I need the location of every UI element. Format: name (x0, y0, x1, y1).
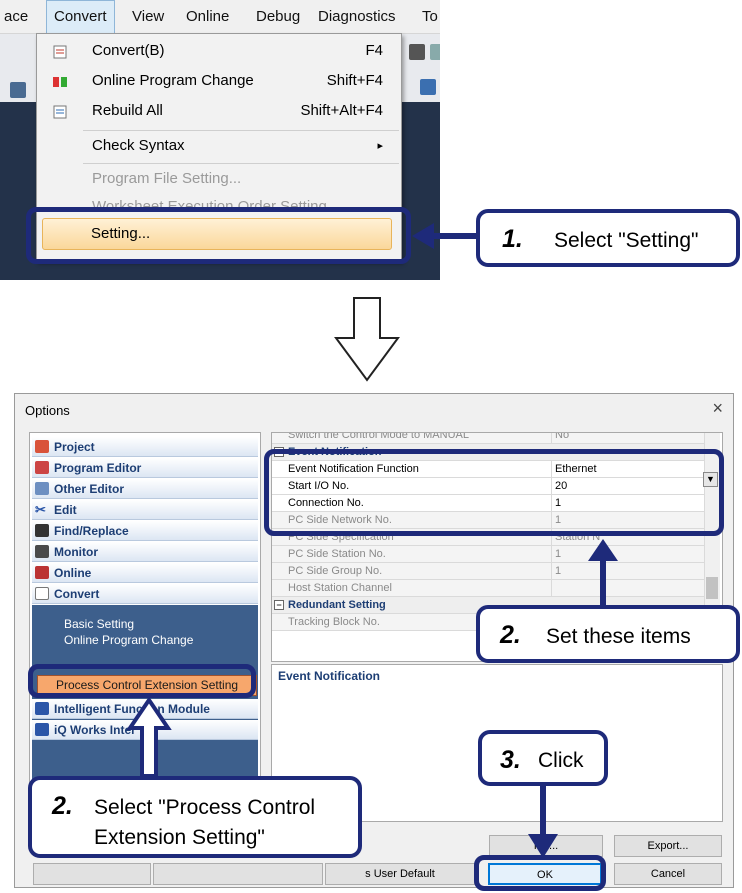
callout-step-3: 3. Click (478, 730, 608, 786)
menu-bar: ace Convert View Online Debug Diagnostic… (0, 0, 440, 35)
menu-diagnostics[interactable]: Diagnostics (318, 0, 396, 34)
grid-row-name: Host Station Channel (288, 582, 392, 594)
menu-tool[interactable]: To (422, 0, 438, 34)
rebuild-icon (51, 103, 69, 119)
scissors-icon: ✂ (35, 502, 46, 517)
tree-item-online-program-change[interactable]: Online Program Change (64, 633, 193, 647)
description-title: Event Notification (278, 669, 381, 683)
tree-item-find-replace[interactable]: Find/Replace (32, 521, 258, 541)
export-button[interactable]: Export... (614, 835, 722, 857)
menu-item-program-file-setting: Program File Setting... (92, 170, 242, 187)
tree-item-project[interactable]: Project (32, 437, 258, 457)
convert-icon (35, 587, 49, 600)
save-icon[interactable] (10, 82, 26, 98)
down-arrow-icon (334, 297, 400, 382)
dialog-title: Options (25, 403, 70, 418)
collapse-icon[interactable]: − (274, 600, 284, 610)
grid-divider (551, 546, 552, 563)
tree-item-other-editor[interactable]: Other Editor (32, 479, 258, 499)
convert-children: Basic Setting Online Program Change (32, 605, 258, 659)
other-editor-icon (35, 482, 49, 495)
ok-highlight-frame (474, 855, 606, 891)
menu-item-check-syntax[interactable]: Check Syntax ▸ (37, 133, 401, 159)
callout-3-pointer-icon (528, 786, 558, 858)
tree-item-program-editor[interactable]: Program Editor (32, 458, 258, 478)
user-default-button[interactable]: s User Default (325, 863, 475, 885)
submenu-arrow-icon: ▸ (377, 140, 383, 152)
menu-debug[interactable]: Debug (256, 0, 300, 34)
grid-row-name: Redundant Setting (288, 599, 386, 611)
close-icon[interactable]: × (712, 398, 723, 419)
menu-convert[interactable]: Convert (46, 0, 115, 35)
cancel-button[interactable]: Cancel (614, 863, 722, 885)
iq-works-icon (35, 723, 49, 736)
grid-row-value: 1 (555, 565, 562, 577)
toolbar-icon[interactable] (409, 44, 425, 60)
window-icon[interactable] (420, 79, 436, 95)
grid-row-value: No (555, 432, 570, 441)
menu-replace[interactable]: ace (4, 0, 28, 34)
grid-row[interactable]: PC Side Station No. 1 (272, 546, 720, 563)
callout-1-pointer-icon (412, 223, 478, 249)
grid-divider (551, 433, 552, 444)
event-notification-highlight-frame (264, 449, 724, 536)
grid-row-name: Tracking Block No. (288, 616, 380, 628)
process-control-highlight-frame (28, 664, 256, 698)
project-icon (35, 440, 49, 453)
grid-row[interactable]: Switch the Control Mode to MANUAL No (272, 432, 720, 444)
callout-step-1: 1. Select "Setting" (476, 209, 740, 267)
tree-item-monitor[interactable]: Monitor (32, 542, 258, 562)
callout-2a-pointer-icon (588, 539, 618, 607)
callout-step-2b: 2. Select "Process Control Extension Set… (28, 776, 362, 858)
grid-scroll-thumb[interactable] (706, 577, 718, 599)
tree-item-edit[interactable]: ✂ Edit (32, 500, 258, 520)
callout-2b-pointer-icon (126, 698, 172, 778)
convert-icon (51, 43, 69, 59)
grid-divider (551, 580, 552, 597)
binoculars-icon (35, 524, 49, 537)
grid-row-name: PC Side Group No. (288, 565, 383, 577)
program-editor-icon (35, 461, 49, 474)
grid-row-name: PC Side Station No. (288, 548, 386, 560)
menu-view[interactable]: View (132, 0, 164, 34)
module-icon (35, 702, 49, 715)
grid-row[interactable]: PC Side Group No. 1 (272, 563, 720, 580)
toolbar-icon[interactable] (430, 44, 440, 60)
callout-step-2a: 2. Set these items (476, 605, 740, 663)
online-change-icon (51, 73, 69, 89)
grid-row[interactable]: Host Station Channel (272, 580, 720, 597)
menu-item-online-program-change[interactable]: Online Program Change Shift+F4 (37, 68, 401, 94)
menu-item-rebuild-all[interactable]: Rebuild All Shift+Alt+F4 (37, 98, 401, 124)
tree-item-online[interactable]: Online (32, 563, 258, 583)
grid-row-name: Switch the Control Mode to MANUAL (288, 432, 469, 441)
online-icon (35, 566, 49, 579)
monitor-icon (35, 545, 49, 558)
footer-button-2[interactable] (153, 863, 323, 885)
menu-online[interactable]: Online (186, 0, 229, 34)
menu-separator (83, 163, 399, 164)
footer-button-1[interactable] (33, 863, 151, 885)
tree-item-convert[interactable]: Convert (32, 584, 258, 604)
grid-divider (551, 563, 552, 580)
setting-highlight-frame (26, 207, 411, 264)
menu-separator (83, 130, 399, 131)
tree-item-basic-setting[interactable]: Basic Setting (64, 617, 134, 631)
grid-row-value: 1 (555, 548, 562, 560)
menu-item-convert[interactable]: Convert(B) F4 (37, 38, 401, 64)
